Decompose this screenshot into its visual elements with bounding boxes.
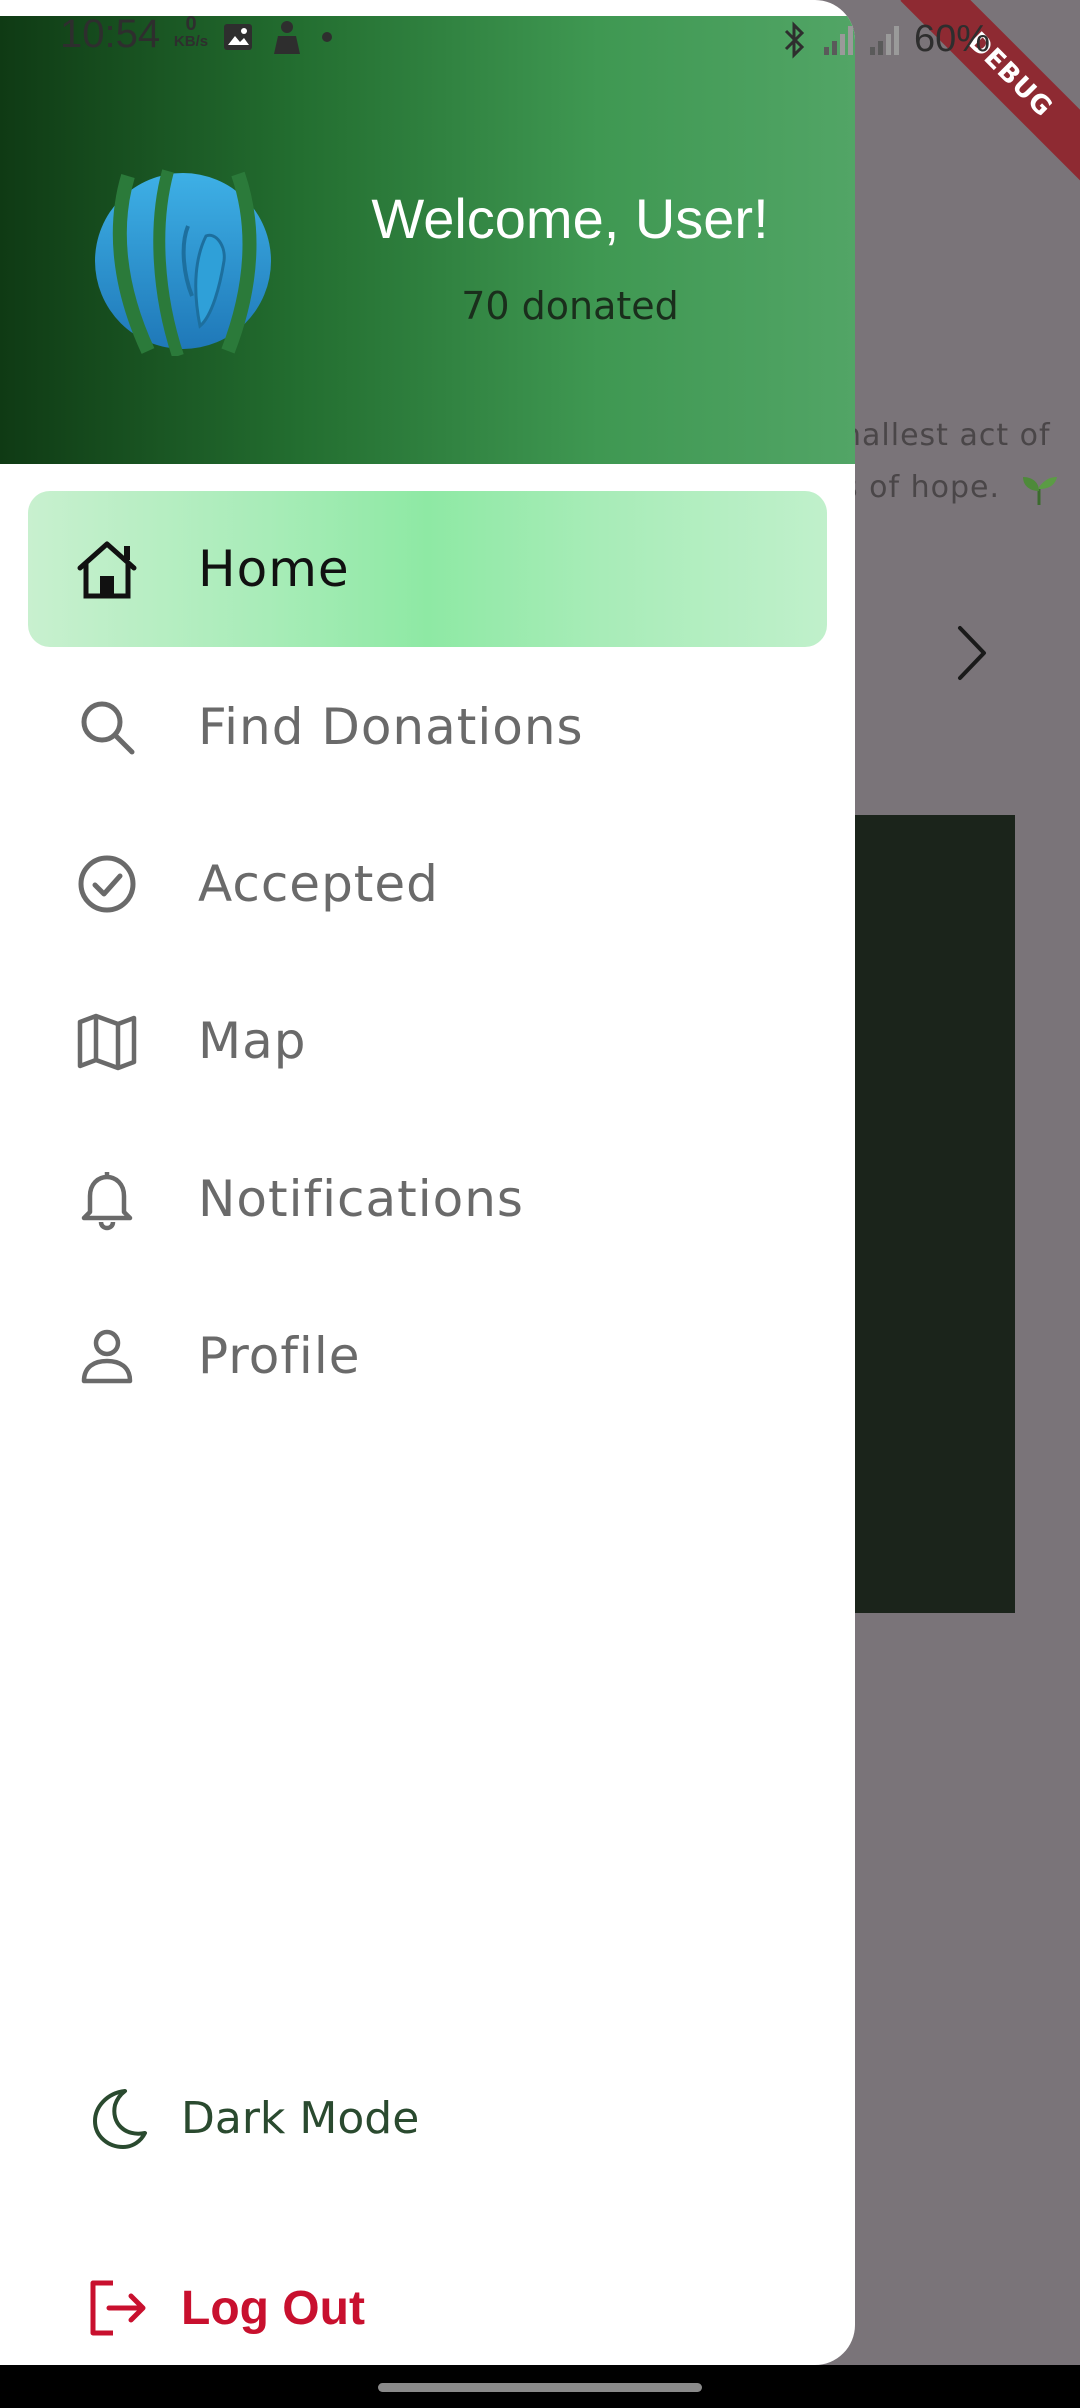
menu-item-profile[interactable]: Profile	[28, 1278, 827, 1434]
search-icon	[81, 701, 135, 755]
menu-label-map: Map	[198, 1012, 307, 1070]
menu-label-accepted: Accepted	[198, 855, 439, 913]
home-icon	[77, 541, 137, 599]
check-circle-icon	[78, 855, 136, 913]
menu-item-home[interactable]: Home	[28, 491, 827, 647]
system-nav-bar	[0, 2365, 1080, 2408]
battery-level: 60%	[914, 18, 991, 60]
dark-mode-label: Dark Mode	[181, 2092, 420, 2144]
dark-mode-toggle[interactable]: Dark Mode	[85, 2085, 419, 2151]
menu-label-notifications: Notifications	[198, 1170, 524, 1228]
welcome-title: Welcome, User!	[371, 187, 769, 250]
menu-label-home: Home	[198, 540, 350, 598]
logout-button[interactable]: Log Out	[85, 2275, 365, 2341]
signal-icon	[824, 25, 853, 55]
bluetooth-icon	[784, 20, 805, 59]
menu-item-notifications[interactable]: Notifications	[28, 1121, 827, 1277]
network-speed: 0 KB/s	[173, 13, 209, 50]
signal-icon-2	[870, 25, 899, 55]
dot-icon	[322, 32, 332, 42]
logout-label: Log Out	[181, 2281, 365, 2335]
background-card	[855, 815, 1015, 1613]
gallery-icon	[224, 24, 252, 50]
person-icon	[81, 1329, 133, 1384]
donated-count: 70 donated	[461, 284, 679, 328]
background-quote-line-1: nallest act of	[842, 418, 1051, 453]
status-bar: 10:54 0 KB/s 60%	[0, 0, 1080, 70]
moon-icon	[93, 2089, 147, 2149]
chevron-right-icon[interactable]	[950, 620, 994, 686]
background-quote-line-2: s of hope.	[842, 470, 1059, 507]
gesture-handle[interactable]	[378, 2383, 702, 2392]
app-notification-icon	[274, 21, 300, 54]
menu-item-find-donations[interactable]: Find Donations	[28, 649, 827, 805]
status-time: 10:54	[60, 12, 161, 56]
menu-item-accepted[interactable]: Accepted	[28, 806, 827, 962]
menu-label-find-donations: Find Donations	[198, 698, 584, 756]
bell-icon	[81, 1172, 133, 1231]
app-logo	[88, 166, 278, 358]
navigation-drawer: Welcome, User! 70 donated Home Find Dona…	[0, 0, 855, 2365]
drawer-header: Welcome, User! 70 donated	[0, 16, 855, 464]
map-icon	[77, 1013, 137, 1071]
menu-item-map[interactable]: Map	[28, 963, 827, 1119]
sprout-icon	[1022, 476, 1057, 505]
menu-label-profile: Profile	[198, 1327, 361, 1385]
logout-icon	[90, 2280, 146, 2336]
